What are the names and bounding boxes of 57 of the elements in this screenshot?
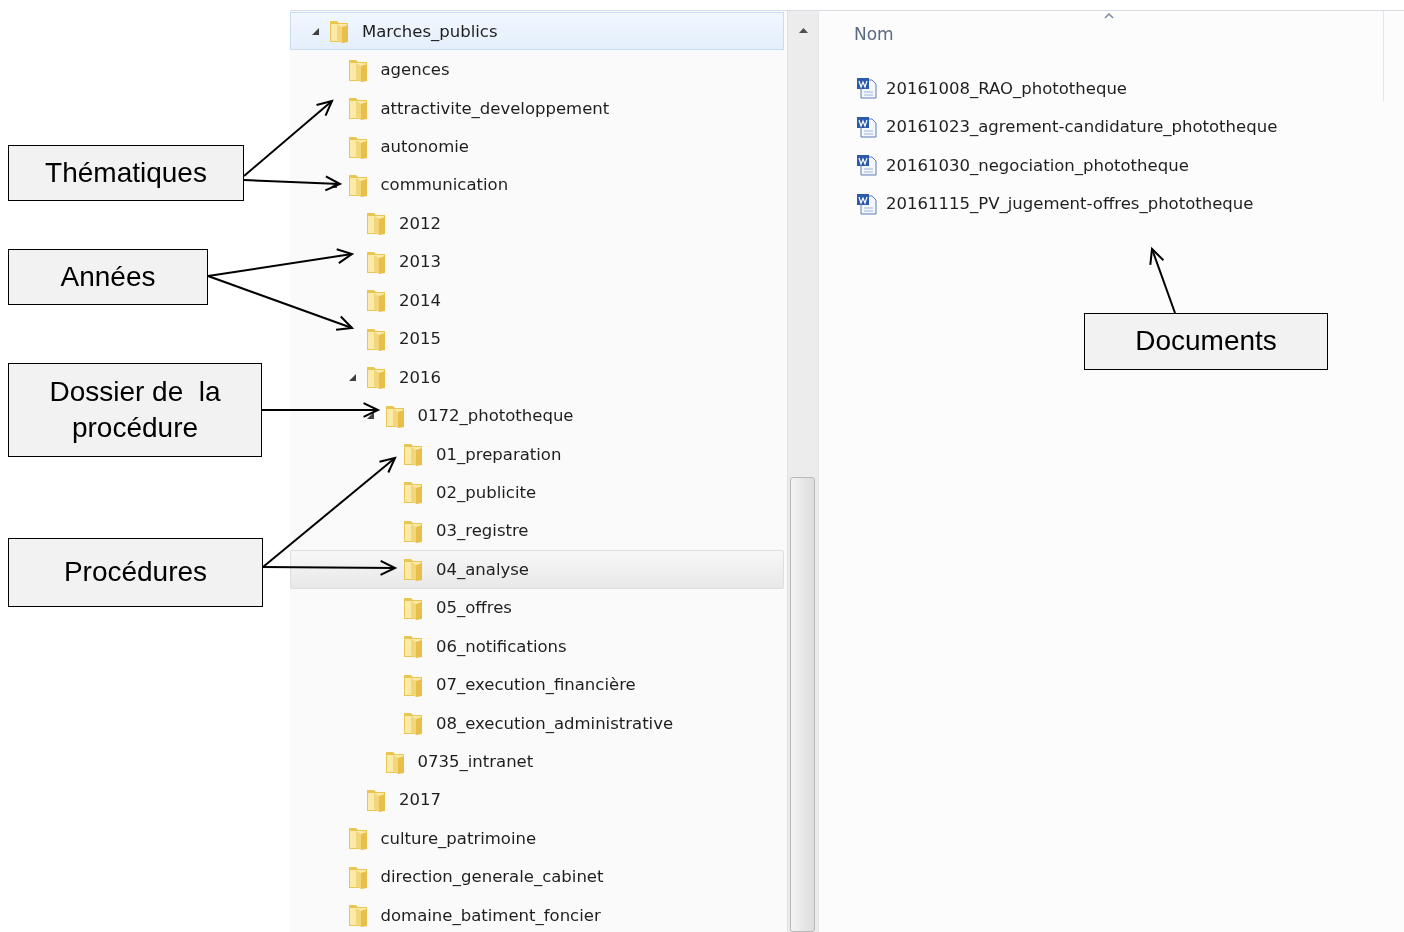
folder-icon — [346, 902, 369, 929]
tree-item[interactable]: 2017 — [290, 780, 784, 820]
folder-icon — [365, 287, 387, 314]
file-item[interactable]: 20161115_PV_jugement-offres_phototheque — [856, 184, 1404, 223]
folder-icon — [365, 210, 387, 237]
folder-icon — [346, 95, 369, 122]
document-icon — [856, 154, 878, 177]
scrollbar-thumb[interactable] — [790, 477, 815, 932]
tree-item[interactable]: attractivite_developpement — [290, 88, 784, 128]
folder-icon — [328, 18, 350, 45]
tree-item[interactable]: 2016 — [290, 357, 784, 397]
expanded-triangle-icon[interactable] — [310, 26, 320, 36]
tree-item[interactable]: culture_patrimoine — [290, 819, 784, 858]
callout-label: Procédures — [8, 538, 263, 607]
tree-item[interactable]: direction_generale_cabinet — [290, 857, 784, 897]
folder-icon — [402, 710, 424, 737]
folder-icon — [402, 441, 424, 468]
tree-item[interactable]: communication — [290, 165, 784, 205]
tree-item[interactable]: 05_offres — [290, 588, 784, 627]
tree-item[interactable]: 2012 — [290, 204, 784, 243]
tree-item[interactable]: 2014 — [290, 281, 784, 320]
tree-item[interactable]: autonomie — [290, 127, 784, 166]
tree-item[interactable]: 02_publicite — [290, 473, 784, 512]
folder-icon — [346, 825, 369, 852]
tree-item[interactable]: 0735_intranet — [290, 742, 784, 781]
folder-icon — [365, 364, 387, 391]
expanded-triangle-icon[interactable] — [347, 372, 357, 382]
tree-item[interactable]: 06_notifications — [290, 627, 784, 666]
callout-label: Années — [8, 249, 208, 305]
tree-item[interactable]: Marches_publics — [290, 12, 784, 51]
file-item[interactable]: 20161023_agrement-candidature_phototheque — [856, 107, 1404, 146]
arrow — [1149, 246, 1176, 314]
callout-label: Dossier de la procédure — [8, 363, 262, 457]
callout-label: Thématiques — [8, 145, 244, 201]
tree-item[interactable]: 01_preparation — [290, 434, 784, 474]
folder-icon — [402, 479, 424, 506]
column-header[interactable]: Nom — [854, 24, 894, 44]
tree-item[interactable]: 0172_phototheque — [290, 396, 784, 435]
tree-item[interactable]: 2015 — [290, 319, 784, 358]
tree-item[interactable]: agences — [290, 50, 784, 89]
folder-icon — [402, 556, 424, 583]
scrollbar[interactable] — [787, 11, 818, 932]
file-item[interactable]: 20161008_RAO_phototheque — [856, 69, 1404, 108]
tree-item[interactable]: 04_analyse — [290, 550, 784, 589]
file-item[interactable]: 20161030_negociation_phototheque — [856, 146, 1404, 185]
expanded-triangle-icon[interactable] — [366, 411, 375, 421]
document-icon — [856, 77, 878, 100]
document-icon — [856, 192, 878, 215]
tree-item[interactable]: domaine_batiment_foncier — [290, 896, 784, 932]
tree-item[interactable]: 07_execution_financière — [290, 665, 784, 704]
tree-item[interactable]: 08_execution_administrative — [290, 703, 784, 743]
scroll-up-icon[interactable] — [797, 27, 809, 34]
callout-label: Documents — [1084, 313, 1328, 370]
tree-item[interactable]: 03_registre — [290, 511, 784, 551]
folder-icon — [402, 633, 424, 660]
document-icon — [856, 115, 878, 138]
tree-item[interactable]: 2013 — [290, 242, 784, 282]
